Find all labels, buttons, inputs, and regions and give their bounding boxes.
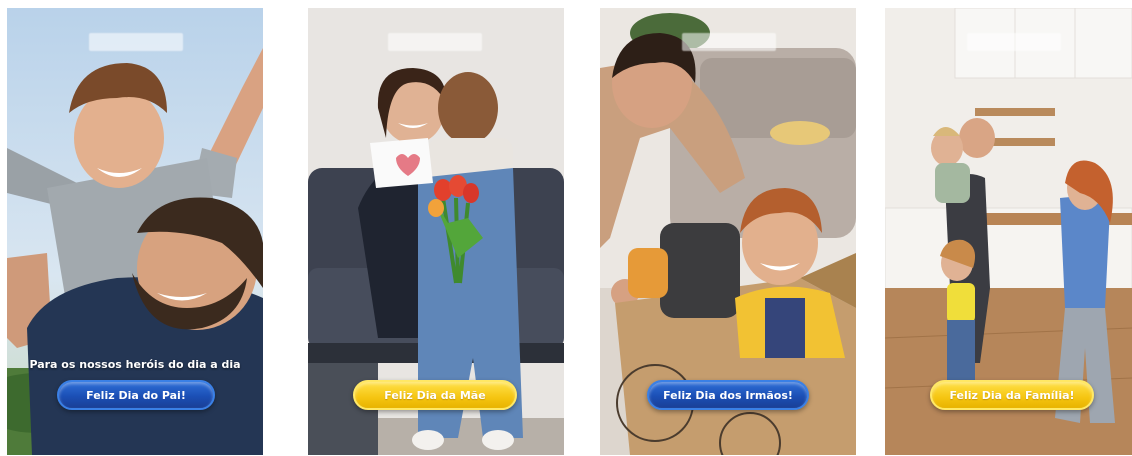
- card-family-day: Feliz Dia da Família!: [885, 8, 1132, 455]
- card-siblings-day: Feliz Dia dos Irmãos!: [600, 8, 856, 455]
- logo: [682, 33, 776, 51]
- card-mothers-day: Feliz Dia da Mãe: [308, 8, 564, 455]
- logo: [89, 33, 183, 51]
- fathers-day-button[interactable]: Feliz Dia do Pai!: [57, 380, 215, 410]
- family-day-button[interactable]: Feliz Dia da Família!: [930, 380, 1094, 410]
- siblings-day-button[interactable]: Feliz Dia dos Irmãos!: [647, 380, 809, 410]
- logo: [388, 33, 482, 51]
- mothers-day-button[interactable]: Feliz Dia da Mãe: [353, 380, 517, 410]
- tagline: Para os nossos heróis do dia a dia: [29, 358, 241, 371]
- logo: [967, 33, 1061, 51]
- card-fathers-day: Para os nossos heróis do dia a dia Feliz…: [7, 8, 263, 455]
